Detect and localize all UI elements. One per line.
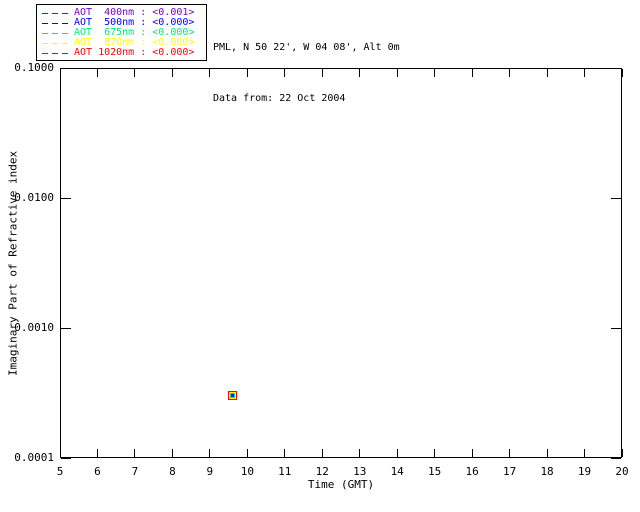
x-axis-tick-label: 15 bbox=[428, 465, 442, 478]
x-axis-tick-label: 17 bbox=[502, 465, 517, 478]
x-axis-tick bbox=[171, 449, 173, 457]
x-axis-tick-label: 14 bbox=[390, 465, 404, 478]
x-axis-tick-label: 16 bbox=[465, 465, 479, 478]
legend-dashed-line-icon bbox=[42, 22, 69, 24]
x-axis-tick-top bbox=[59, 69, 61, 77]
y-axis-tick bbox=[61, 327, 71, 329]
x-axis-title: Time (GMT) bbox=[307, 478, 375, 491]
x-axis-tick-label: 13 bbox=[353, 465, 367, 478]
x-axis-tick bbox=[209, 449, 211, 457]
x-axis-tick-top bbox=[321, 69, 323, 77]
legend-box: AOT 400nm : <0.001> AOT 500nm : <0.000> AO… bbox=[36, 4, 207, 61]
plot-canvas: AOT 400nm : <0.001> AOT 500nm : <0.000> AO… bbox=[0, 0, 640, 512]
y-axis-tick-right bbox=[611, 457, 621, 459]
x-axis-tick bbox=[284, 449, 286, 457]
x-axis-tick-top bbox=[246, 69, 248, 77]
x-axis-tick-top bbox=[434, 69, 436, 77]
x-axis-tick bbox=[509, 449, 511, 457]
x-axis-tick-top bbox=[209, 69, 211, 77]
x-axis-tick-label: 18 bbox=[540, 465, 554, 478]
x-axis-tick-top bbox=[96, 69, 98, 77]
x-axis-tick-label: 9 bbox=[206, 465, 214, 478]
legend-dashed-line-icon bbox=[42, 12, 69, 14]
y-axis-tick bbox=[61, 67, 71, 69]
x-axis-tick-label: 12 bbox=[315, 465, 329, 478]
y-axis-title: Imaginary Part of Refractive index bbox=[6, 150, 20, 376]
legend-row: AOT 1020nm : <0.000> bbox=[42, 48, 206, 58]
x-axis-tick-top bbox=[509, 69, 511, 77]
x-axis-tick-label: 11 bbox=[278, 465, 292, 478]
legend-dashed-line-icon bbox=[42, 32, 69, 34]
x-axis-tick-label: 20 bbox=[615, 465, 629, 478]
y-axis-tick-right bbox=[611, 67, 621, 69]
x-axis-tick-label: 10 bbox=[240, 465, 254, 478]
x-axis-tick bbox=[59, 449, 61, 457]
plot-frame bbox=[60, 68, 622, 458]
x-axis-tick bbox=[621, 449, 623, 457]
x-axis-tick-top bbox=[359, 69, 361, 77]
x-axis-tick-label: 7 bbox=[131, 465, 139, 478]
x-axis-tick bbox=[134, 449, 136, 457]
x-axis-tick-top bbox=[584, 69, 586, 77]
legend-dashed-line-icon bbox=[42, 52, 69, 54]
x-axis-tick-label: 19 bbox=[577, 465, 592, 478]
legend-dashed-line-icon bbox=[42, 42, 69, 44]
y-axis-tick-right bbox=[611, 327, 621, 329]
x-axis-tick-top bbox=[546, 69, 548, 77]
x-axis-tick-label: 6 bbox=[94, 465, 101, 478]
site-location-text: PML, N 50 22', W 04 08', Alt 0m bbox=[213, 42, 400, 53]
x-axis-tick-top bbox=[471, 69, 473, 77]
y-axis-tick bbox=[61, 197, 71, 199]
x-axis-tick bbox=[396, 449, 398, 457]
x-axis-tick bbox=[471, 449, 473, 457]
x-axis-tick-top bbox=[284, 69, 286, 77]
x-axis-tick bbox=[359, 449, 361, 457]
x-axis-tick-top bbox=[171, 69, 173, 77]
y-axis-tick bbox=[61, 457, 71, 459]
x-axis-tick-top bbox=[134, 69, 136, 77]
x-axis-tick-label: 8 bbox=[169, 465, 176, 478]
x-axis-tick bbox=[546, 449, 548, 457]
y-axis-tick-right bbox=[611, 197, 621, 199]
x-axis-tick bbox=[246, 449, 248, 457]
x-axis-tick bbox=[584, 449, 586, 457]
x-axis-tick bbox=[96, 449, 98, 457]
x-axis-tick bbox=[434, 449, 436, 457]
x-axis-tick-top bbox=[621, 69, 623, 77]
legend-label: AOT 1020nm : <0.000> bbox=[74, 47, 195, 58]
data-point-marker bbox=[231, 395, 233, 397]
x-axis-tick bbox=[321, 449, 323, 457]
x-axis-tick-label: 5 bbox=[56, 465, 64, 478]
x-axis-tick-top bbox=[396, 69, 398, 77]
